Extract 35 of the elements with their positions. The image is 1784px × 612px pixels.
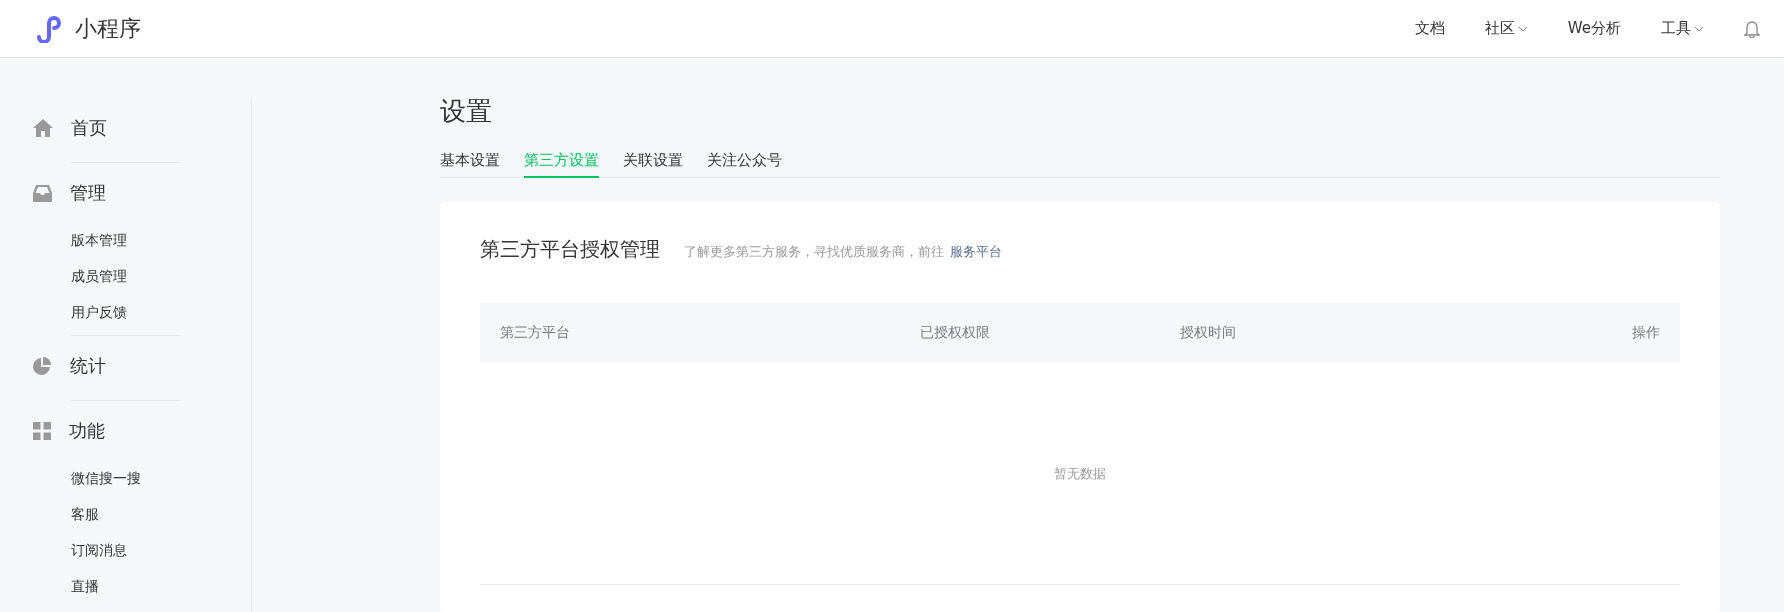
sidebar-subitem[interactable]: 微信搜一搜: [33, 461, 251, 497]
tab[interactable]: 关联设置: [623, 151, 683, 178]
sidebar-item[interactable]: 功能: [33, 401, 251, 461]
tab[interactable]: 关注公众号: [707, 151, 782, 178]
page-title: 设置: [440, 95, 493, 128]
column-header: 操作: [1632, 324, 1660, 342]
card-title: 第三方平台授权管理: [480, 236, 660, 263]
nav-link[interactable]: We分析: [1567, 19, 1621, 38]
nav-link[interactable]: 社区: [1484, 19, 1528, 38]
nav-link[interactable]: 文档: [1414, 19, 1445, 38]
brand-name: 小程序: [75, 14, 141, 43]
hint-text: 了解更多第三方服务，寻找优质服务商，前往: [684, 243, 944, 261]
column-header: 已授权权限: [920, 324, 990, 342]
column-header: 第三方平台: [500, 324, 570, 342]
service-platform-link[interactable]: 服务平台: [950, 243, 1002, 261]
sidebar-subitem[interactable]: 版本管理: [33, 223, 251, 259]
sidebar-subitem[interactable]: 直播: [33, 569, 251, 605]
bell-icon[interactable]: [1744, 19, 1760, 38]
nav-link[interactable]: 工具: [1661, 19, 1704, 38]
sidebar-subitem[interactable]: 用户反馈: [33, 295, 251, 331]
pie-chart-icon: [33, 356, 52, 376]
caret-icon: [1517, 25, 1528, 32]
home-icon: [33, 119, 53, 137]
column-header: 授权时间: [1180, 324, 1236, 342]
sidebar-item[interactable]: 首页: [33, 98, 251, 158]
tab[interactable]: 基本设置: [440, 151, 500, 178]
sidebar-subitem[interactable]: 订阅消息: [33, 533, 251, 569]
sidebar-item[interactable]: 统计: [33, 336, 251, 396]
sidebar-item[interactable]: 管理: [33, 163, 251, 223]
caret-icon: [1694, 25, 1704, 32]
empty-message: 暂无数据: [1054, 464, 1106, 483]
sidebar-subitem[interactable]: 成员管理: [33, 259, 251, 295]
inbox-icon: [33, 184, 52, 202]
sidebar-subitem[interactable]: 客服: [33, 497, 251, 533]
grid-icon: [33, 422, 51, 440]
